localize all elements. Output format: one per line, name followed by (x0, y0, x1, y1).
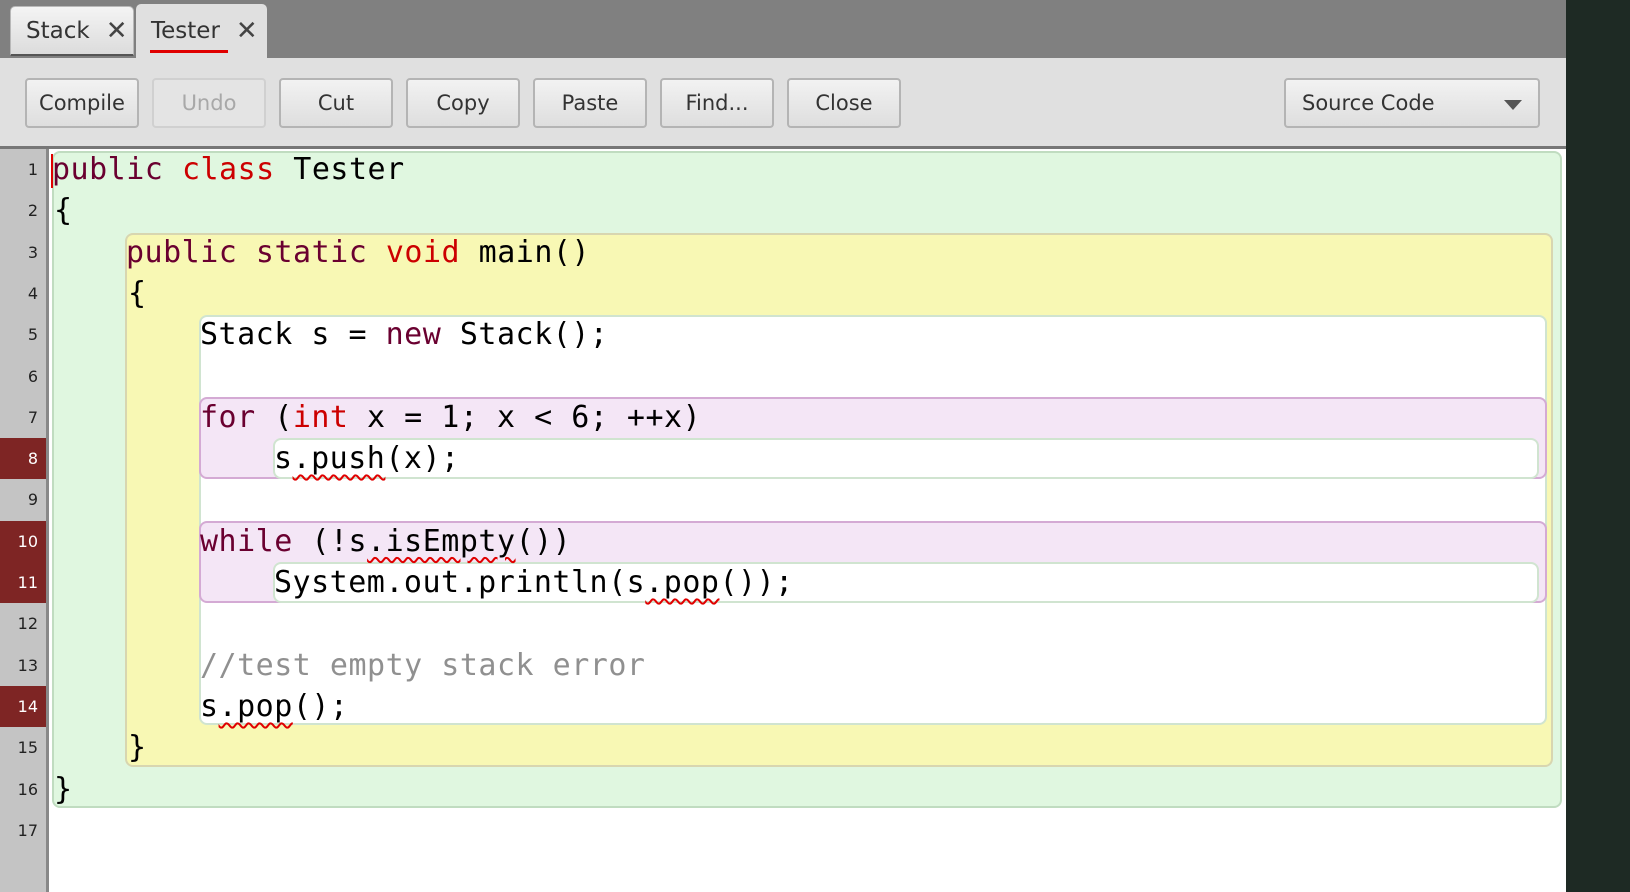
cut-button[interactable]: Cut (279, 78, 393, 128)
line-number[interactable]: 17 (0, 810, 46, 851)
code-line-10: while (!s.isEmpty()) (200, 523, 572, 559)
line-number[interactable]: 15 (0, 727, 46, 768)
view-select-value: Source Code (1302, 91, 1435, 115)
error-squiggle: .push (292, 441, 386, 477)
line-number[interactable]: 1 (0, 149, 46, 190)
undo-button: Undo (152, 78, 266, 128)
line-number[interactable]: 11 (0, 562, 46, 604)
view-select[interactable]: Source Code (1284, 78, 1540, 128)
line-number[interactable]: 2 (0, 190, 46, 231)
close-tab-icon[interactable]: ✕ (106, 16, 128, 46)
close-tab-icon[interactable]: ✕ (236, 16, 258, 46)
compile-button[interactable]: Compile (25, 78, 139, 128)
code-line-13: //test empty stack error (200, 647, 646, 683)
line-number[interactable]: 8 (0, 438, 46, 480)
code-line-11: System.out.println(s.pop()); (274, 565, 794, 600)
tab-stack[interactable]: Stack ✕ (10, 6, 134, 56)
tab-label: Tester (150, 18, 228, 53)
error-squiggle: .pop (218, 688, 293, 724)
code-line-7: for (int x = 1; x < 6; ++x) (200, 399, 702, 435)
paste-button[interactable]: Paste (533, 78, 647, 128)
close-button[interactable]: Close (787, 78, 901, 128)
editor-window: Stack ✕ Tester ✕ Compile Undo Cut Copy P… (0, 0, 1566, 892)
line-number[interactable]: 6 (0, 356, 46, 397)
line-number[interactable]: 4 (0, 273, 46, 314)
code-line-15: } (128, 730, 147, 766)
tab-label: Stack (26, 17, 90, 44)
chevron-down-icon (1504, 100, 1522, 110)
code-editor[interactable]: public class Tester { public static void… (49, 149, 1566, 892)
code-line-1: public class Tester (52, 152, 405, 187)
for-loop-body-scope (273, 438, 1539, 479)
error-squiggle: .isEmpty (367, 523, 516, 559)
line-number[interactable]: 14 (0, 685, 46, 728)
find-button[interactable]: Find... (660, 78, 774, 128)
line-number[interactable]: 9 (0, 479, 46, 520)
tab-bar: Stack ✕ Tester ✕ (0, 0, 1566, 58)
line-number[interactable]: 16 (0, 769, 46, 810)
line-number[interactable]: 10 (0, 520, 46, 562)
line-number[interactable]: 13 (0, 645, 46, 686)
toolbar: Compile Undo Cut Copy Paste Find... Clos… (0, 58, 1566, 149)
error-squiggle: .pop (645, 565, 720, 600)
code-line-14: s.pop(); (200, 688, 349, 724)
copy-button[interactable]: Copy (406, 78, 520, 128)
line-number[interactable]: 7 (0, 397, 46, 438)
line-number[interactable]: 12 (0, 603, 46, 644)
code-line-4: { (128, 275, 147, 311)
code-line-8: s.push(x); (274, 441, 460, 477)
line-number[interactable]: 3 (0, 232, 46, 273)
line-number-gutter[interactable]: 1 2 3 4 5 6 7 8 9 10 11 12 13 14 15 16 17 (0, 149, 49, 892)
code-line-2: { (54, 193, 73, 229)
line-number[interactable]: 5 (0, 314, 46, 355)
code-line-16: } (54, 771, 73, 807)
code-line-3: public static void main() (126, 234, 591, 270)
tab-tester[interactable]: Tester ✕ (136, 4, 267, 58)
code-line-5: Stack s = new Stack(); (200, 317, 609, 353)
